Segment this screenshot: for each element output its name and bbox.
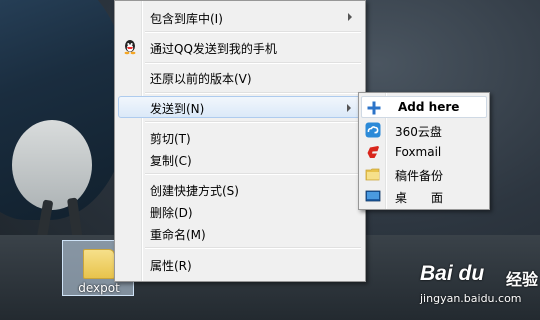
qq-penguin-icon <box>124 40 136 55</box>
menu-item-label: 包含到库中(I) <box>150 12 223 26</box>
watermark-logo: Bai du <box>420 262 485 285</box>
cloud-disk-icon <box>365 122 381 138</box>
menu-separator <box>145 173 361 175</box>
menu-item-cut[interactable]: 剪切(T) <box>118 126 362 148</box>
menu-separator <box>145 121 361 123</box>
baidu-jingyan-watermark: Bai du 经验 jingyan.baidu.com <box>420 262 540 318</box>
menu-item-send-to[interactable]: 发送到(N) <box>118 96 362 118</box>
menu-item-properties[interactable]: 属性(R) <box>118 253 362 275</box>
menu-item-label: 剪切(T) <box>150 132 191 146</box>
submenu-item-desktop[interactable]: 桌 面 <box>361 185 487 207</box>
menu-item-label: 通过QQ发送到我的手机 <box>150 42 277 56</box>
submenu-item-label: Foxmail <box>395 145 442 159</box>
folder-icon <box>365 168 380 181</box>
submenu-item-foxmail[interactable]: Foxmail <box>361 141 487 163</box>
menu-separator <box>145 31 361 33</box>
plus-icon <box>367 101 381 115</box>
context-menu: 包含到库中(I) 通过QQ发送到我的手机 还原以前的版本(V) 发送到(N) 剪… <box>114 0 366 282</box>
menu-item-restore-previous-versions[interactable]: 还原以前的版本(V) <box>118 66 362 88</box>
menu-item-label: 复制(C) <box>150 154 192 168</box>
menu-item-create-shortcut[interactable]: 创建快捷方式(S) <box>118 178 362 200</box>
wallpaper-bird-belly <box>12 120 92 210</box>
submenu-item-label: 360云盘 <box>395 125 442 139</box>
submenu-item-label: Add here <box>398 100 460 114</box>
desktop-icon <box>365 190 381 202</box>
submenu-item-label: 桌 面 <box>395 191 444 205</box>
menu-item-rename[interactable]: 重命名(M) <box>118 222 362 244</box>
menu-item-label: 删除(D) <box>150 206 193 220</box>
send-to-submenu: Add here 360云盘 Foxmail 稿件备份 桌 面 <box>358 92 490 210</box>
menu-item-copy[interactable]: 复制(C) <box>118 148 362 170</box>
menu-item-label: 创建快捷方式(S) <box>150 184 239 198</box>
submenu-item-draft-backup[interactable]: 稿件备份 <box>361 163 487 185</box>
submenu-arrow-icon <box>347 104 351 112</box>
menu-item-label: 发送到(N) <box>150 102 205 116</box>
folder-icon <box>83 249 115 279</box>
submenu-item-add-here[interactable]: Add here <box>361 96 487 118</box>
submenu-arrow-icon <box>348 13 352 21</box>
submenu-item-label: 稿件备份 <box>395 169 444 183</box>
menu-separator <box>145 92 361 94</box>
menu-separator <box>145 62 361 64</box>
menu-item-include-in-library[interactable]: 包含到库中(I) <box>118 6 362 28</box>
foxmail-icon <box>367 146 379 158</box>
desktop-icon-label: dexpot <box>78 281 120 295</box>
menu-item-send-via-qq[interactable]: 通过QQ发送到我的手机 <box>118 36 362 58</box>
menu-separator <box>145 247 361 249</box>
menu-item-delete[interactable]: 删除(D) <box>118 200 362 222</box>
menu-item-label: 重命名(M) <box>150 228 206 242</box>
submenu-item-360-cloud[interactable]: 360云盘 <box>361 119 487 141</box>
watermark-url: jingyan.baidu.com <box>420 292 522 305</box>
menu-item-label: 属性(R) <box>150 259 192 273</box>
watermark-logo-suffix: 经验 <box>506 270 539 289</box>
menu-item-label: 还原以前的版本(V) <box>150 72 252 86</box>
